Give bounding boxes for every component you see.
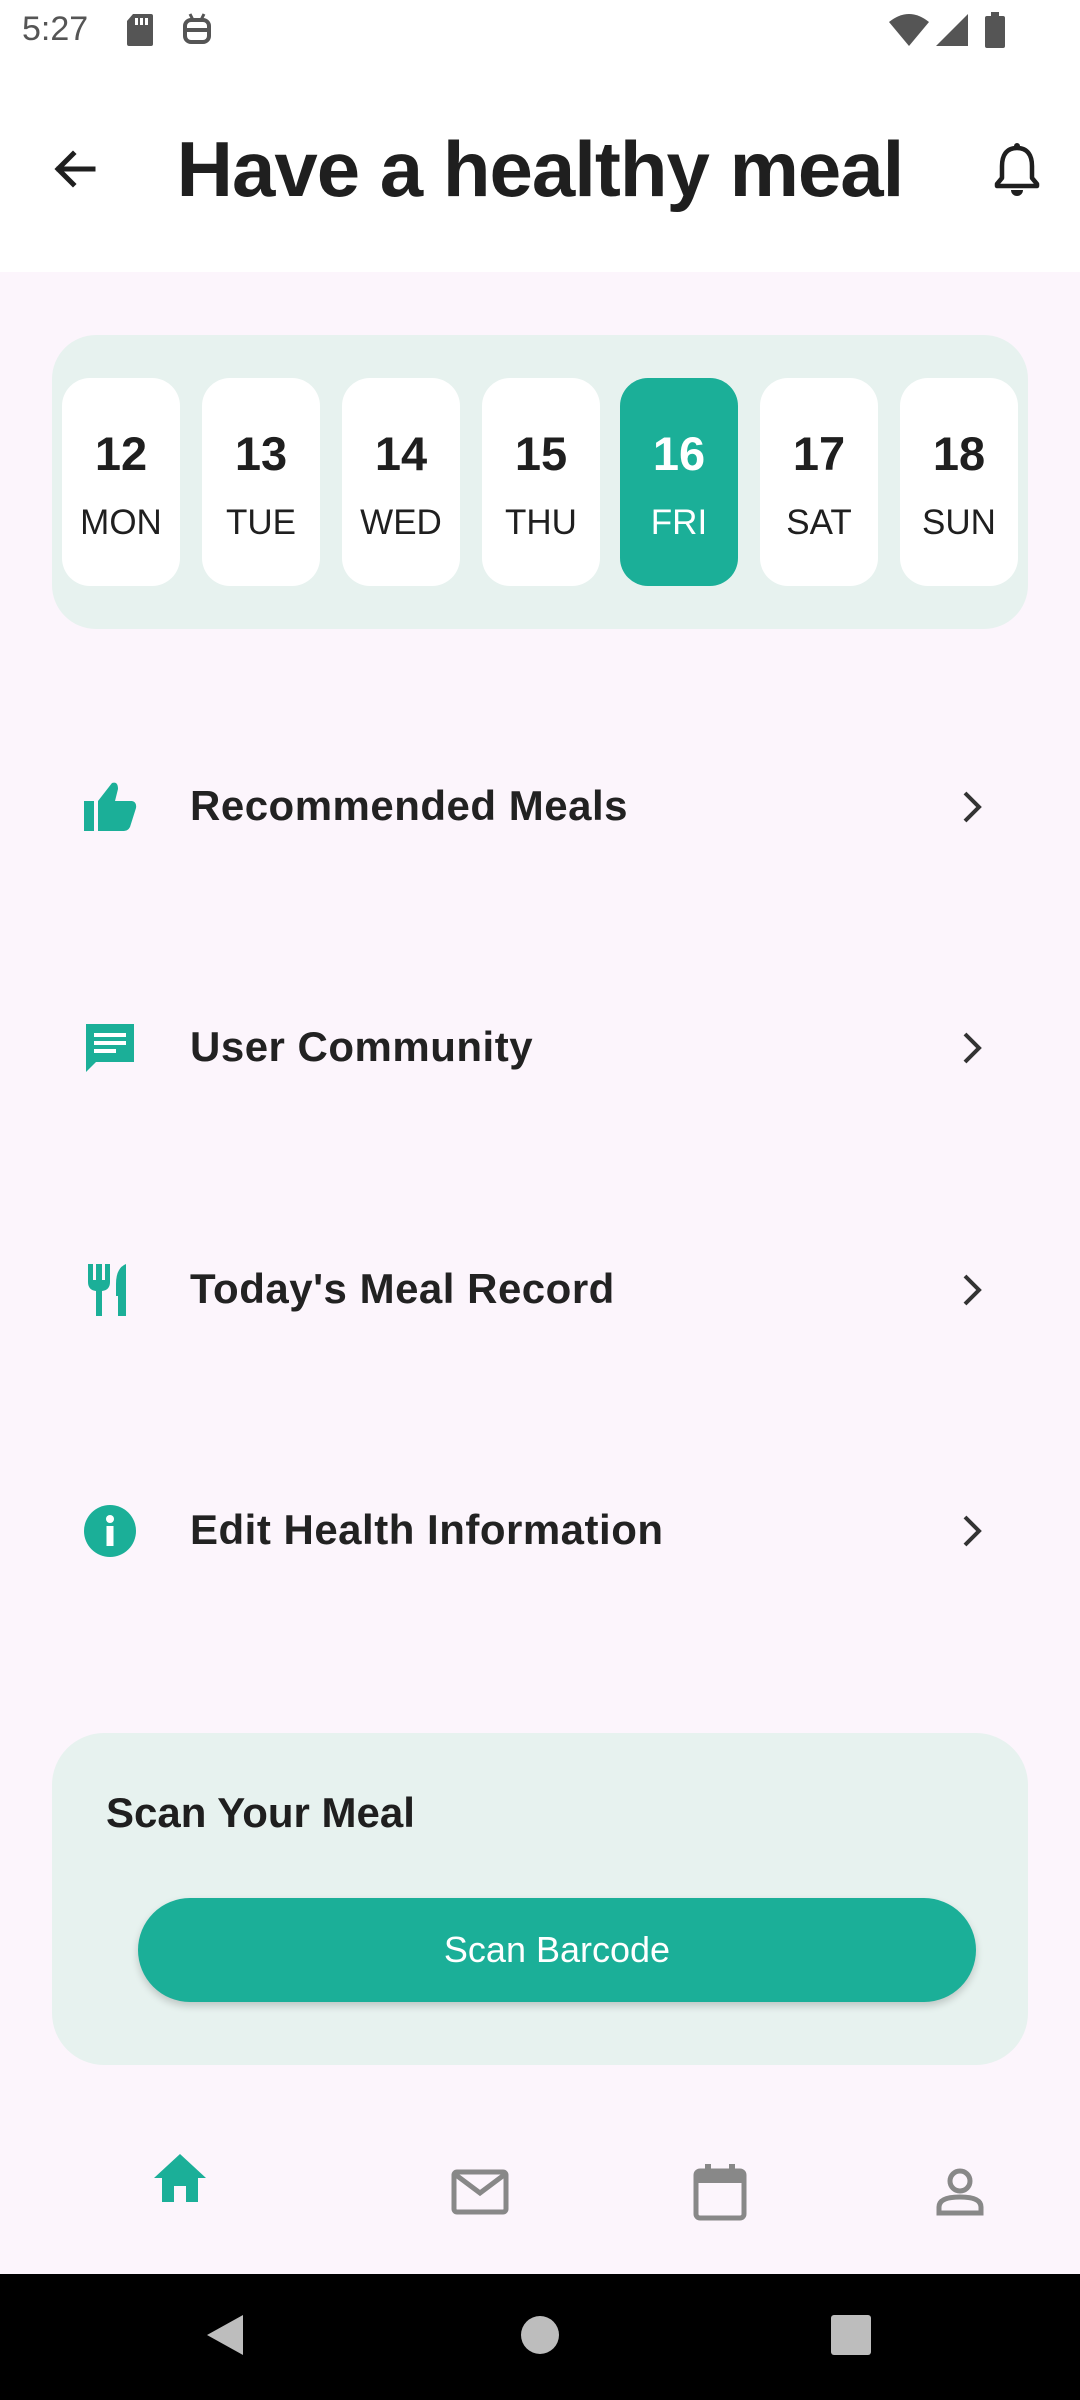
date-tue[interactable]: 13 TUE: [202, 378, 320, 586]
day-name: MON: [80, 503, 162, 542]
day-number: 14: [374, 427, 428, 480]
bell-icon: [994, 142, 1040, 201]
nav-profile[interactable]: [920, 2154, 1000, 2234]
day-name: SAT: [786, 503, 852, 542]
nav-calendar[interactable]: [680, 2154, 760, 2234]
sd-card-icon: [125, 12, 155, 53]
system-home-button[interactable]: [515, 2312, 565, 2362]
fork-knife-icon: [82, 1262, 138, 1318]
scan-meal-card: Scan Your Meal Scan Barcode: [52, 1733, 1028, 2065]
date-mon[interactable]: 12 MON: [62, 378, 180, 586]
app-bar: Have a healthy meal: [0, 66, 1080, 272]
signal-icon: [934, 12, 970, 53]
person-icon: [935, 2167, 985, 2222]
date-strip: 12 MON 13 TUE 14 WED 15 THU 16 FRI 17 SA…: [52, 335, 1028, 629]
battery-icon: [984, 12, 1006, 53]
menu-label: Recommended Meals: [190, 782, 628, 829]
menu-label: Today's Meal Record: [190, 1265, 615, 1312]
scan-barcode-button[interactable]: Scan Barcode: [138, 1898, 976, 2002]
day-name: WED: [360, 503, 442, 542]
circle-home-icon: [519, 2314, 561, 2361]
nav-home[interactable]: [140, 2140, 220, 2220]
day-number: 17: [792, 427, 846, 480]
status-time: 5:27: [22, 10, 89, 48]
day-name: FRI: [650, 503, 708, 542]
day-number: 18: [932, 427, 986, 480]
chevron-right-icon: [952, 787, 992, 827]
menu-item-edit-health-information[interactable]: Edit Health Information: [52, 1476, 1028, 1586]
chat-icon: [82, 1020, 138, 1076]
day-number: 12: [94, 427, 148, 480]
menu-label: Edit Health Information: [190, 1506, 664, 1553]
day-number: 15: [514, 427, 568, 480]
notification-button[interactable]: [982, 136, 1052, 206]
date-thu[interactable]: 15 THU: [482, 378, 600, 586]
scan-card-title: Scan Your Meal: [106, 1789, 415, 1836]
calendar-icon: [693, 2163, 747, 2226]
square-recents-icon: [830, 2314, 872, 2361]
date-fri-selected[interactable]: 16 FRI: [620, 378, 738, 586]
home-icon: [152, 2152, 208, 2209]
page-title: Have a healthy meal: [176, 125, 905, 213]
nav-mail[interactable]: [440, 2154, 520, 2234]
menu-label: User Community: [190, 1023, 534, 1070]
info-icon: [82, 1503, 138, 1559]
thumbs-up-icon: [82, 779, 138, 835]
menu-item-user-community[interactable]: User Community: [52, 993, 1028, 1103]
chevron-right-icon: [952, 1511, 992, 1551]
chevron-right-icon: [952, 1028, 992, 1068]
day-name: TUE: [226, 503, 296, 542]
wifi-icon: [888, 12, 930, 53]
day-name: SUN: [922, 503, 996, 542]
chevron-right-icon: [952, 1270, 992, 1310]
bottom-navigation: [0, 2118, 1080, 2274]
menu-item-todays-meal-record[interactable]: Today's Meal Record: [52, 1235, 1028, 1345]
menu-item-recommended-meals[interactable]: Recommended Meals: [52, 752, 1028, 862]
date-sun[interactable]: 18 SUN: [900, 378, 1018, 586]
day-number: 13: [234, 427, 288, 480]
date-wed[interactable]: 14 WED: [342, 378, 460, 586]
day-name: THU: [505, 503, 577, 542]
mail-icon: [451, 2169, 509, 2220]
day-number: 16: [652, 427, 706, 480]
triangle-back-icon: [205, 2313, 245, 2362]
android-debug-icon: [180, 12, 214, 53]
date-sat[interactable]: 17 SAT: [760, 378, 878, 586]
system-recents-button[interactable]: [826, 2312, 876, 2362]
system-navigation-bar: [0, 2274, 1080, 2400]
system-back-button[interactable]: [200, 2312, 250, 2362]
status-bar: 5:27: [0, 0, 1080, 66]
